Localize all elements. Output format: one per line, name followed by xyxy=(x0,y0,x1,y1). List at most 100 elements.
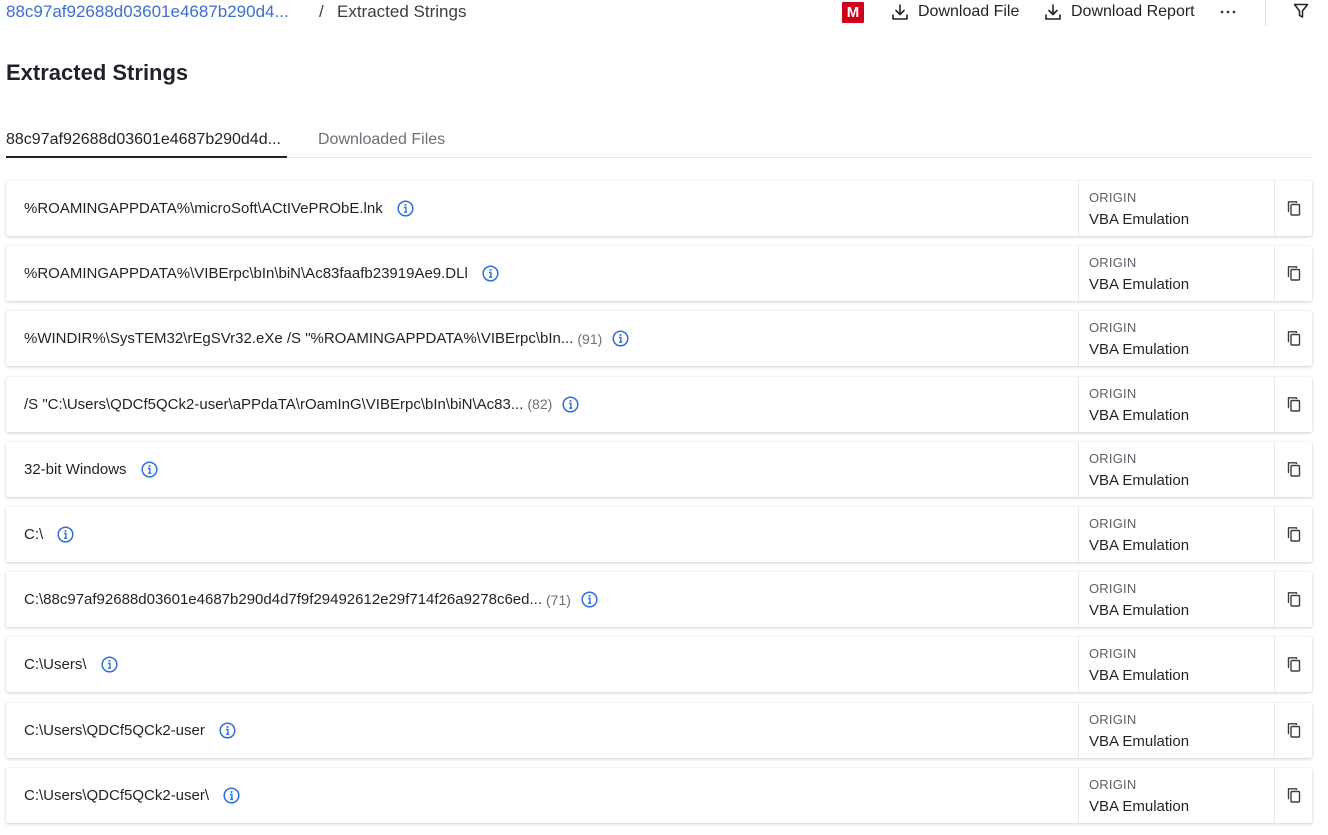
info-button[interactable] xyxy=(562,396,579,413)
info-button[interactable] xyxy=(219,721,236,739)
copy-button[interactable] xyxy=(1274,572,1312,628)
origin-label: ORIGIN xyxy=(1089,776,1137,792)
string-cell: C:\Users\QDCf5QCk2-user\ xyxy=(6,768,1078,823)
breadcrumb-separator: / xyxy=(319,2,324,21)
string-value: /S "C:\Users\QDCf5QCk2-user\aPPdaTA\rOam… xyxy=(24,395,524,413)
copy-button[interactable] xyxy=(1274,767,1312,823)
info-button[interactable] xyxy=(223,787,240,804)
origin-value: VBA Emulation xyxy=(1089,211,1190,228)
info-icon xyxy=(397,200,414,217)
string-cell: 32-bit Windows xyxy=(6,442,1078,497)
string-row: C:\ ORIGIN VBA Emulation xyxy=(6,506,1312,562)
origin-cell: ORIGIN VBA Emulation xyxy=(1078,702,1274,758)
copy-icon xyxy=(1287,396,1300,412)
download-file-label: Download File xyxy=(918,3,1020,20)
copy-button[interactable] xyxy=(1274,506,1312,562)
origin-label: ORIGIN xyxy=(1089,450,1137,466)
string-cell: %ROAMINGAPPDATA%\microSoft\ACtIVePRObE.l… xyxy=(6,181,1078,236)
string-row: %ROAMINGAPPDATA%\VIBErpc\bIn\biN\Ac83faa… xyxy=(6,246,1312,302)
string-cell: C:\Users\QDCf5QCk2-user xyxy=(6,703,1078,758)
origin-label: ORIGIN xyxy=(1089,581,1137,597)
info-button[interactable] xyxy=(397,200,414,217)
copy-icon xyxy=(1287,787,1300,803)
info-button[interactable] xyxy=(140,461,158,478)
breadcrumb-current: Extracted Strings xyxy=(337,2,467,21)
string-row: C:\Users\QDCf5QCk2-user ORIGIN VBA Emula… xyxy=(6,702,1312,758)
origin-cell: ORIGIN VBA Emulation xyxy=(1078,572,1274,628)
page-title: Extracted Strings xyxy=(6,60,189,85)
string-value: C:\Users\QDCf5QCk2-user xyxy=(24,721,205,739)
origin-value: VBA Emulation xyxy=(1089,471,1190,489)
origin-cell: ORIGIN VBA Emulation xyxy=(1078,181,1274,236)
origin-label: ORIGIN xyxy=(1089,515,1137,531)
string-cell: %WINDIR%\SysTEM32\rEgSVr32.eXe /S "%ROAM… xyxy=(6,311,1078,366)
origin-value: VBA Emulation xyxy=(1089,341,1190,359)
copy-button[interactable] xyxy=(1274,637,1312,693)
string-length-count: (71) xyxy=(546,591,571,608)
info-button[interactable] xyxy=(581,591,598,608)
origin-cell: ORIGIN VBA Emulation xyxy=(1078,767,1274,823)
info-icon xyxy=(100,656,118,673)
tab-file-hash[interactable]: 88c97af92688d03601e4687b290d4d... xyxy=(6,128,287,158)
origin-cell: ORIGIN VBA Emulation xyxy=(1078,637,1274,693)
info-icon xyxy=(581,591,598,608)
origin-value: VBA Emulation xyxy=(1089,536,1190,554)
m-badge[interactable]: M xyxy=(842,2,864,23)
copy-button[interactable] xyxy=(1274,441,1312,497)
info-icon xyxy=(482,265,499,282)
string-row: C:\Users\ ORIGIN VBA Emulation xyxy=(6,637,1312,693)
top-bar: 88c97af92688d03601e4687b290d4... / Extra… xyxy=(0,0,1328,26)
origin-label: ORIGIN xyxy=(1089,190,1137,205)
origin-value: VBA Emulation xyxy=(1089,797,1190,815)
copy-button[interactable] xyxy=(1274,702,1312,758)
copy-icon xyxy=(1287,657,1300,673)
copy-icon xyxy=(1287,201,1300,216)
string-row: %ROAMINGAPPDATA%\microSoft\ACtIVePRObE.l… xyxy=(6,181,1312,236)
info-button[interactable] xyxy=(612,330,629,347)
info-icon xyxy=(140,461,158,478)
origin-value: VBA Emulation xyxy=(1089,406,1190,424)
origin-label: ORIGIN xyxy=(1089,320,1137,336)
download-report-label: Download Report xyxy=(1071,3,1195,20)
copy-button[interactable] xyxy=(1274,376,1312,432)
info-icon xyxy=(57,526,74,543)
string-row: %WINDIR%\SysTEM32\rEgSVr32.eXe /S "%ROAM… xyxy=(6,311,1312,367)
string-cell: %ROAMINGAPPDATA%\VIBErpc\bIn\biN\Ac83faa… xyxy=(6,246,1078,301)
origin-value: VBA Emulation xyxy=(1089,276,1190,294)
string-row: C:\Users\QDCf5QCk2-user\ ORIGIN VBA Emul… xyxy=(6,767,1312,823)
copy-icon xyxy=(1287,266,1300,281)
string-row: /S "C:\Users\QDCf5QCk2-user\aPPdaTA\rOam… xyxy=(6,376,1312,432)
info-icon xyxy=(612,330,629,347)
string-row: C:\88c97af92688d03601e4687b290d4d7f9f294… xyxy=(6,572,1312,628)
more-horizontal-icon xyxy=(1220,10,1236,14)
string-length-count: (91) xyxy=(577,330,603,347)
origin-cell: ORIGIN VBA Emulation xyxy=(1078,376,1274,432)
copy-button[interactable] xyxy=(1274,181,1312,236)
origin-value: VBA Emulation xyxy=(1089,732,1190,750)
string-cell: /S "C:\Users\QDCf5QCk2-user\aPPdaTA\rOam… xyxy=(6,377,1078,432)
string-value: C:\88c97af92688d03601e4687b290d4d7f9f294… xyxy=(24,591,542,609)
download-report-button[interactable]: Download Report xyxy=(1044,0,1195,24)
copy-icon xyxy=(1287,592,1300,607)
copy-button[interactable] xyxy=(1274,311,1312,367)
toolbar-divider xyxy=(1265,0,1266,26)
filter-button[interactable] xyxy=(1293,3,1309,24)
origin-value: VBA Emulation xyxy=(1089,667,1190,685)
breadcrumb-parent-link[interactable]: 88c97af92688d03601e4687b290d4... xyxy=(6,2,289,22)
string-value: %ROAMINGAPPDATA%\VIBErpc\bIn\biN\Ac83faa… xyxy=(24,265,468,283)
copy-icon xyxy=(1287,722,1300,738)
info-button[interactable] xyxy=(100,656,118,673)
info-icon xyxy=(562,396,579,413)
info-icon xyxy=(219,721,236,739)
copy-icon xyxy=(1287,527,1300,542)
string-value: C:\Users\ xyxy=(24,656,87,674)
info-button[interactable] xyxy=(57,526,74,543)
more-options-button[interactable] xyxy=(1219,0,1237,25)
download-icon xyxy=(1044,3,1062,21)
origin-label: ORIGIN xyxy=(1089,646,1137,662)
info-button[interactable] xyxy=(482,265,499,282)
copy-button[interactable] xyxy=(1274,246,1312,302)
download-file-button[interactable]: Download File xyxy=(891,0,1019,24)
tab-downloaded-files[interactable]: Downloaded Files xyxy=(318,128,445,158)
strings-list: %ROAMINGAPPDATA%\microSoft\ACtIVePRObE.l… xyxy=(6,181,1312,833)
